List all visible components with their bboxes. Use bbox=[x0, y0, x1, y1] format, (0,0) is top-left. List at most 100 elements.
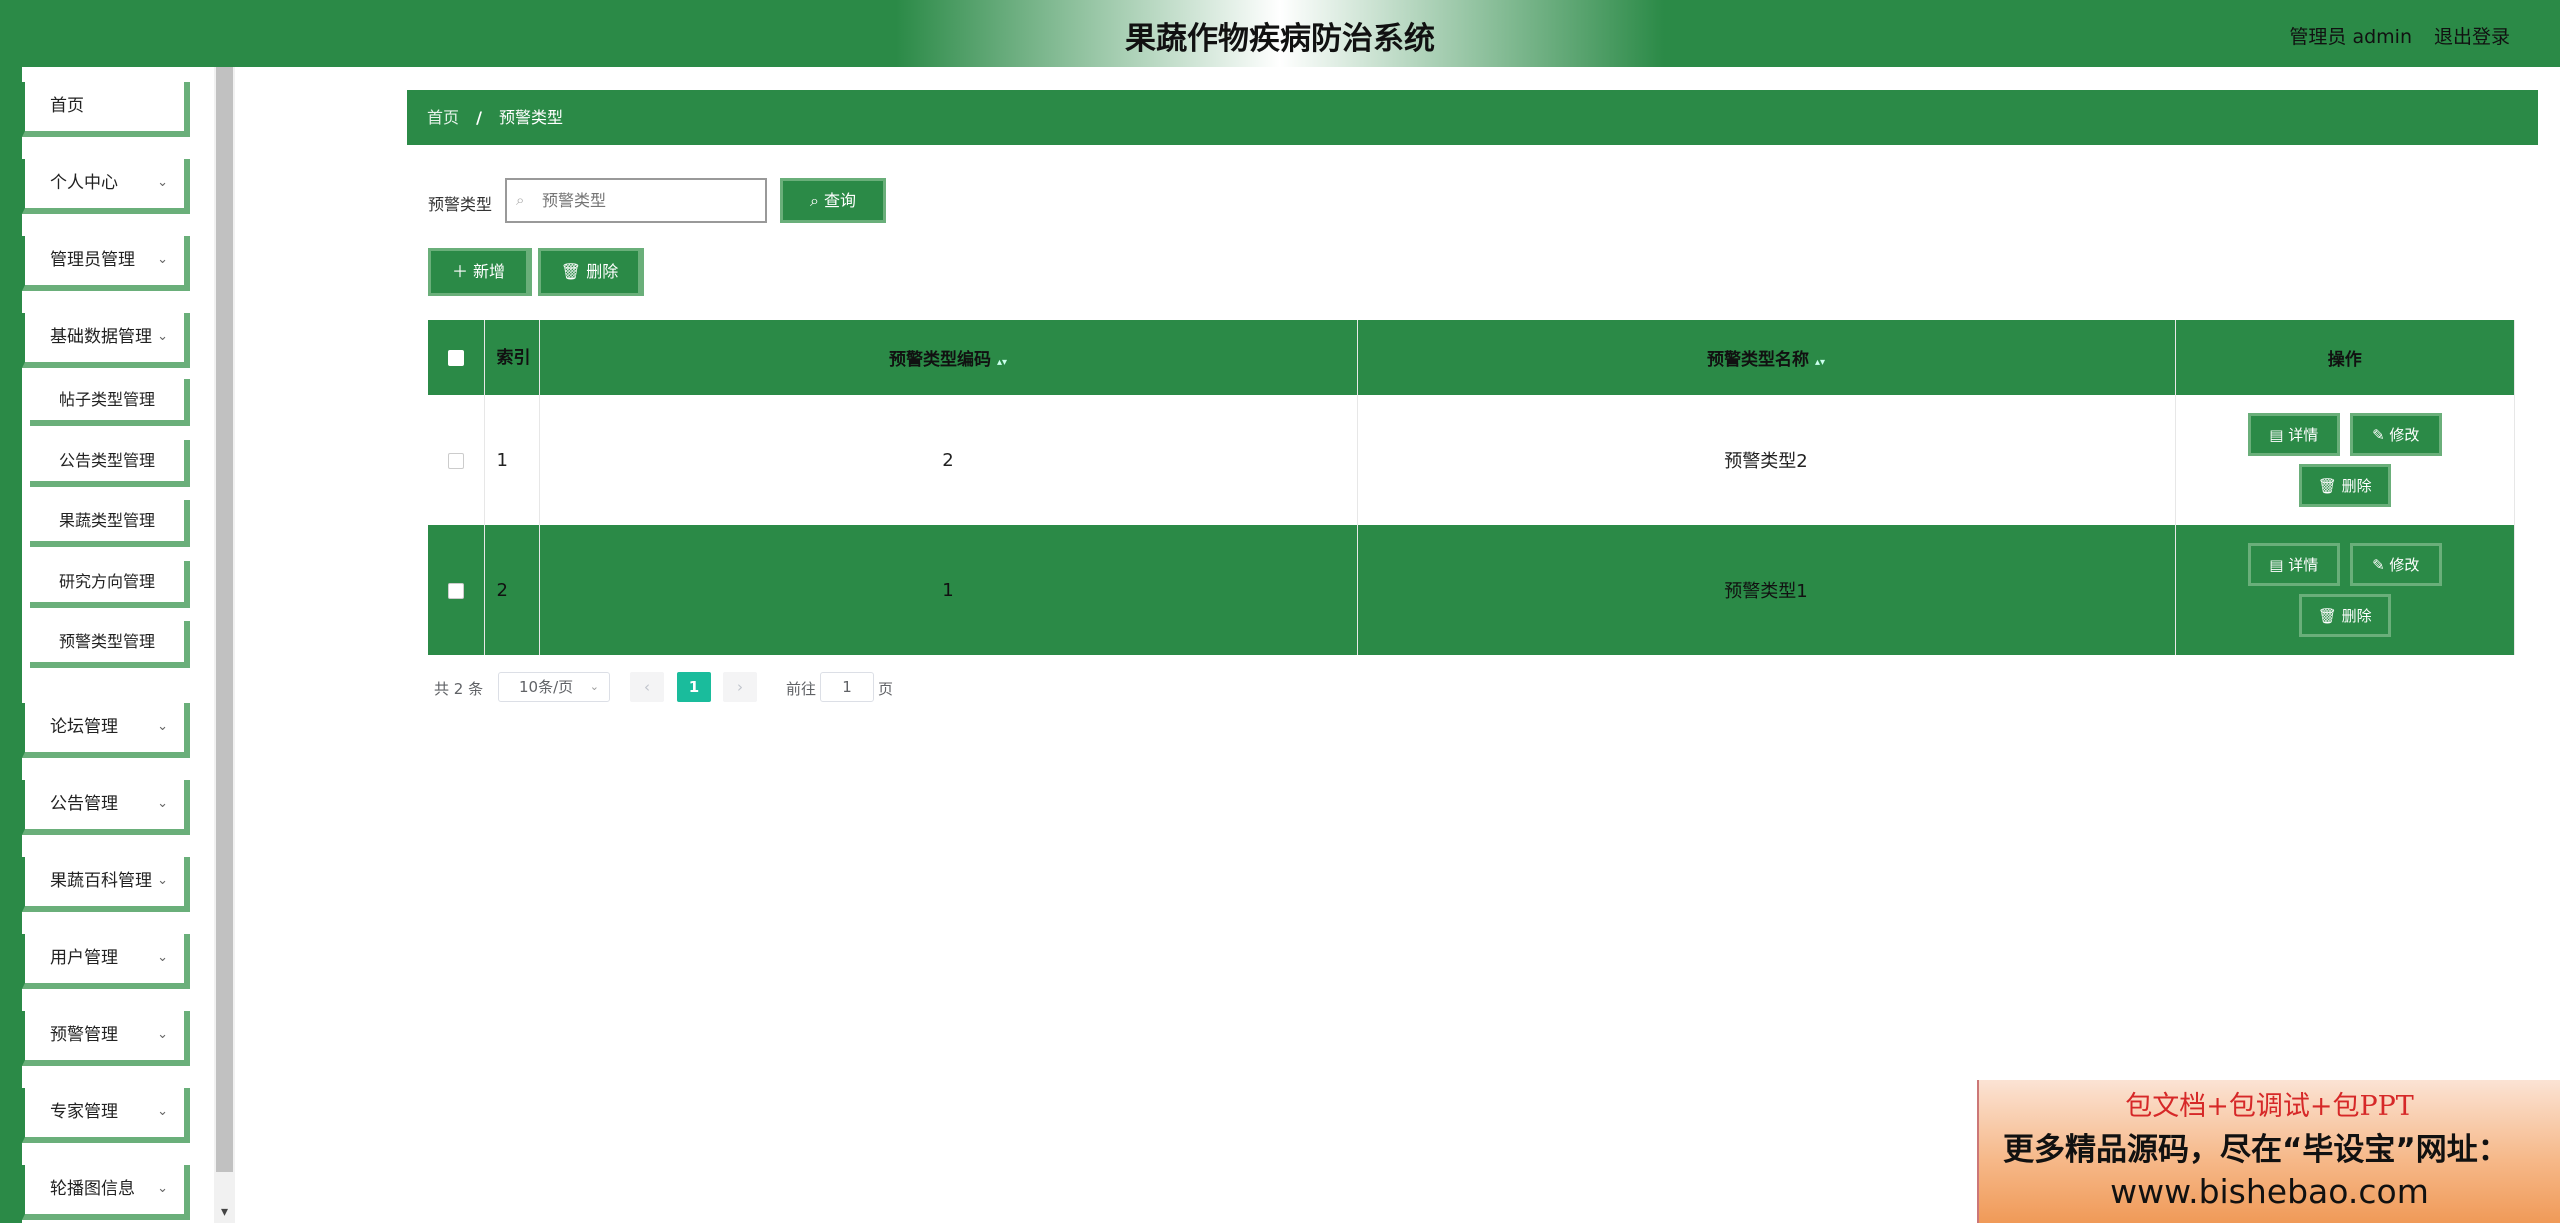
chevron-down-icon: ⌄ bbox=[157, 950, 168, 965]
row-index: 2 bbox=[484, 525, 540, 655]
sidebar-item-basic-data[interactable]: 基础数据管理 ⌄ bbox=[22, 313, 190, 368]
detail-button-label: 详情 bbox=[2288, 426, 2319, 444]
chevron-left-icon: ‹ bbox=[644, 678, 650, 696]
page-size-select[interactable]: 10条/页 ⌄ bbox=[498, 672, 610, 702]
delete-button[interactable]: 🗑 删除 bbox=[2298, 464, 2391, 507]
sidebar-item-users[interactable]: 用户管理 ⌄ bbox=[22, 934, 190, 989]
warning-type-table: 索引 预警类型编码 ▴▾ 预警类型名称 ▴▾ 操作 1 2 预警类型2 ▤ 详情 ✎ … bbox=[428, 320, 2515, 655]
sidebar-item-label: 公告管理 bbox=[50, 794, 118, 814]
sidebar-item-encyclopedia[interactable]: 果蔬百科管理 ⌄ bbox=[22, 857, 190, 912]
row-checkbox[interactable] bbox=[447, 452, 464, 469]
chevron-down-icon: ⌄ bbox=[157, 175, 168, 190]
table-row: 1 2 预警类型2 ▤ 详情 ✎ 修改 🗑 删除 bbox=[428, 395, 2515, 525]
sidebar-subitem-research-directions[interactable]: 研究方向管理 bbox=[30, 561, 190, 608]
breadcrumb-current: 预警类型 bbox=[499, 108, 564, 127]
chevron-down-icon: ⌄ bbox=[589, 680, 599, 693]
sidebar-item-label: 用户管理 bbox=[50, 948, 118, 968]
search-icon: ⌕ bbox=[809, 191, 825, 210]
add-button-label: 新增 bbox=[473, 262, 506, 281]
app-title: 果蔬作物疾病防治系统 bbox=[1125, 21, 1435, 57]
select-all-checkbox[interactable] bbox=[447, 349, 464, 366]
edit-button[interactable]: ✎ 修改 bbox=[2349, 413, 2442, 456]
plus-icon: ＋ bbox=[451, 262, 474, 281]
sort-icon[interactable]: ▴▾ bbox=[997, 357, 1007, 368]
sidebar-item-home[interactable]: 首页 bbox=[22, 82, 190, 137]
query-button[interactable]: ⌕ 查询 bbox=[780, 178, 886, 223]
sidebar-item-label: 果蔬百科管理 bbox=[50, 871, 152, 891]
sidebar-item-label: 论坛管理 bbox=[50, 717, 118, 737]
sidebar-item-notices[interactable]: 公告管理 ⌄ bbox=[22, 780, 190, 835]
next-page-button[interactable]: › bbox=[723, 672, 757, 702]
document-icon: ▤ bbox=[2269, 426, 2289, 444]
select-all-cell bbox=[428, 320, 485, 395]
sidebar-item-label: 轮播图信息 bbox=[50, 1179, 135, 1199]
page-number-active[interactable]: 1 bbox=[677, 672, 711, 702]
column-header-index: 索引 bbox=[484, 320, 540, 395]
chevron-down-icon: ⌄ bbox=[157, 719, 168, 734]
sidebar-subitem-post-types[interactable]: 帖子类型管理 bbox=[30, 379, 190, 426]
chevron-right-icon: › bbox=[737, 678, 743, 696]
sidebar-item-label: 预警管理 bbox=[50, 1025, 118, 1045]
row-actions: ▤ 详情 ✎ 修改 🗑 删除 bbox=[2175, 395, 2515, 525]
row-name: 预警类型1 bbox=[1357, 525, 2176, 655]
pencil-icon: ✎ bbox=[2372, 426, 2390, 444]
sidebar-scrollbar-thumb[interactable] bbox=[216, 67, 233, 1172]
breadcrumb-home[interactable]: 首页 bbox=[427, 108, 459, 127]
row-select-cell bbox=[428, 525, 485, 655]
row-code: 1 bbox=[539, 525, 1358, 655]
row-index: 1 bbox=[484, 395, 540, 525]
prev-page-button[interactable]: ‹ bbox=[630, 672, 664, 702]
edit-button[interactable]: ✎ 修改 bbox=[2349, 543, 2442, 586]
sidebar-item-experts[interactable]: 专家管理 ⌄ bbox=[22, 1088, 190, 1143]
chevron-down-icon: ⌄ bbox=[157, 1181, 168, 1196]
add-button[interactable]: ＋ 新增 bbox=[428, 248, 532, 296]
sidebar-item-admins[interactable]: 管理员管理 ⌄ bbox=[22, 236, 190, 291]
sidebar-subitem-produce-types[interactable]: 果蔬类型管理 bbox=[30, 500, 190, 547]
scroll-down-arrow-icon[interactable]: ▾ bbox=[216, 1203, 233, 1221]
sidebar-item-forum[interactable]: 论坛管理 ⌄ bbox=[22, 703, 190, 758]
chevron-down-icon: ⌄ bbox=[157, 252, 168, 267]
sidebar: 首页 个人中心 ⌄ 管理员管理 ⌄ 基础数据管理 ⌄ 帖子类型管理 公告类型管理… bbox=[0, 67, 235, 1223]
goto-page-input[interactable]: 1 bbox=[820, 672, 874, 702]
sort-icon[interactable]: ▴▾ bbox=[1815, 357, 1825, 368]
sidebar-accent-strip bbox=[0, 67, 22, 1223]
sidebar-item-carousel[interactable]: 轮播图信息 ⌄ bbox=[22, 1165, 190, 1220]
delete-button-label: 删除 bbox=[2341, 477, 2372, 495]
detail-button[interactable]: ▤ 详情 bbox=[2247, 543, 2340, 586]
breadcrumb: 首页 / 预警类型 bbox=[407, 90, 2538, 145]
chevron-down-icon: ⌄ bbox=[157, 329, 168, 344]
sidebar-item-label: 个人中心 bbox=[50, 173, 118, 193]
current-user: 管理员 admin bbox=[2289, 26, 2412, 48]
row-actions: ▤ 详情 ✎ 修改 🗑 删除 bbox=[2175, 525, 2515, 655]
sidebar-item-label: 基础数据管理 bbox=[50, 327, 152, 347]
detail-button-label: 详情 bbox=[2288, 556, 2319, 574]
page-size-value: 10条/页 bbox=[519, 678, 574, 696]
column-header-code[interactable]: 预警类型编码 ▴▾ bbox=[539, 320, 1358, 395]
row-checkbox[interactable] bbox=[447, 582, 464, 599]
pencil-icon: ✎ bbox=[2372, 556, 2390, 574]
edit-button-label: 修改 bbox=[2389, 556, 2420, 574]
row-code: 2 bbox=[539, 395, 1358, 525]
detail-button[interactable]: ▤ 详情 bbox=[2247, 413, 2340, 456]
delete-button[interactable]: 🗑 删除 bbox=[2298, 594, 2391, 637]
column-header-name-label: 预警类型名称 bbox=[1706, 350, 1809, 370]
ad-line-1: 包文档+包调试+包PPT bbox=[2125, 1091, 2414, 1122]
query-button-label: 查询 bbox=[824, 191, 857, 210]
pagination-total: 共 2 条 bbox=[434, 680, 484, 698]
sidebar-subitem-notice-types[interactable]: 公告类型管理 bbox=[30, 440, 190, 487]
column-header-code-label: 预警类型编码 bbox=[888, 350, 991, 370]
ad-line-3: www.bishebao.com bbox=[2110, 1172, 2429, 1211]
logout-link[interactable]: 退出登录 bbox=[2434, 22, 2510, 49]
search-icon: ⌕ bbox=[516, 191, 525, 209]
column-header-name[interactable]: 预警类型名称 ▴▾ bbox=[1357, 320, 2176, 395]
trash-icon: 🗑 bbox=[2317, 607, 2342, 625]
batch-delete-button[interactable]: 🗑 删除 bbox=[538, 248, 644, 296]
ad-banner: 包文档+包调试+包PPT 更多精品源码，尽在“毕设宝”网址： www.bishe… bbox=[1977, 1080, 2560, 1223]
search-label: 预警类型 bbox=[428, 195, 493, 214]
sidebar-item-profile[interactable]: 个人中心 ⌄ bbox=[22, 159, 190, 214]
sidebar-item-warnings[interactable]: 预警管理 ⌄ bbox=[22, 1011, 190, 1066]
batch-delete-button-label: 删除 bbox=[586, 262, 619, 281]
sidebar-subitem-warning-types[interactable]: 预警类型管理 bbox=[30, 621, 190, 668]
chevron-down-icon: ⌄ bbox=[157, 796, 168, 811]
search-input[interactable] bbox=[505, 178, 767, 223]
